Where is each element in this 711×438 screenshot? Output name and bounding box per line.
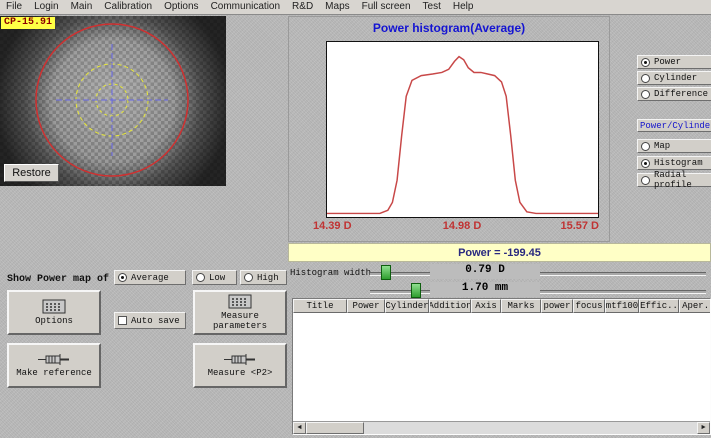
menu-communication[interactable]: Communication [205,0,286,14]
column-header-efficiency[interactable]: Effic.. [639,299,679,313]
power-cylinder-section-label: Power/Cylinder [637,119,711,132]
radio-icon [196,273,205,282]
menu-calibration[interactable]: Calibration [98,0,158,14]
radio-radial-profile-label: Radial profile [654,170,711,190]
cp-value-badge: CP-15.91 [1,17,55,29]
menu-login[interactable]: Login [28,0,64,14]
radio-high[interactable]: High [240,270,287,285]
radio-cylinder[interactable]: Cylinder [637,71,711,85]
measure-parameters-button-label: Measure parameters [195,311,285,331]
menu-file[interactable]: File [0,0,28,14]
lensmeter-app: { "menu": { "items": ["File", "Login", "… [0,0,711,438]
checkbox-icon [118,316,127,325]
camera-reticle-overlay [0,16,226,186]
menu-rd[interactable]: R&D [286,0,319,14]
syringe-icon [38,353,70,366]
histogram-width-d-value: 0.79 D [430,264,540,279]
column-header-mtf100[interactable]: mtf100 [605,299,639,313]
menu-maps[interactable]: Maps [319,0,355,14]
radio-average[interactable]: Average [114,270,186,285]
measure-p2-button[interactable]: Measure <P2> [193,343,287,388]
table-body [293,313,710,421]
table-header-row: Title Power Cylinder Addition Axis Marks… [293,299,710,313]
x-tick-mid: 14.98 D [429,220,495,232]
chart-canvas [327,42,598,217]
make-reference-button[interactable]: Make reference [7,343,101,388]
radio-low[interactable]: Low [192,270,237,285]
radio-power[interactable]: Power [637,55,711,69]
radio-power-label: Power [654,57,681,67]
menu-bar: File Login Main Calibration Options Comm… [0,0,711,15]
menu-fullscreen[interactable]: Full screen [356,0,417,14]
column-header-marks[interactable]: Marks [501,299,541,313]
column-header-title[interactable]: Title [293,299,347,313]
power-readout-bar: Power = -199.45 [288,243,711,262]
radio-high-label: High [257,273,279,283]
results-table: Title Power Cylinder Addition Axis Marks… [292,298,711,435]
radio-radial-profile[interactable]: Radial profile [637,173,711,187]
options-button[interactable]: Options [7,290,101,335]
radio-icon [641,159,650,168]
options-button-label: Options [35,316,73,326]
horizontal-scrollbar[interactable]: ◄ ► [293,421,710,434]
chart-title: Power histogram(Average) [289,21,609,35]
power-readout-text: Power = -199.45 [458,247,541,259]
auto-save-checkbox[interactable]: Auto save [114,312,186,329]
keypad-icon [228,294,252,309]
column-header-focus[interactable]: focus [573,299,605,313]
radio-icon [641,176,650,185]
radio-map[interactable]: Map [637,139,711,153]
histogram-width-d-slider-thumb[interactable] [381,265,391,280]
radio-icon [641,90,650,99]
radio-low-label: Low [209,273,225,283]
column-header-aperture[interactable]: Aper... [679,299,710,313]
make-reference-button-label: Make reference [16,368,92,378]
radio-icon [244,273,253,282]
menu-options[interactable]: Options [158,0,204,14]
auto-save-label: Auto save [131,316,180,326]
column-header-power2[interactable]: power [541,299,573,313]
measure-p2-button-label: Measure <P2> [208,368,273,378]
radio-difference-label: Difference [654,89,708,99]
chart-plot-area [326,41,599,218]
show-power-map-label: Show Power map of [7,274,109,285]
radio-difference[interactable]: Difference [637,87,711,101]
restore-button[interactable]: Restore [4,164,59,182]
measure-parameters-button[interactable]: Measure parameters [193,290,287,335]
radio-icon [641,58,650,67]
scroll-left-icon[interactable]: ◄ [293,422,306,434]
keypad-icon [42,299,66,314]
scroll-right-icon[interactable]: ► [697,422,710,434]
menu-test[interactable]: Test [417,0,447,14]
camera-image: CP-15.91 Restore [0,16,226,186]
syringe-icon [224,353,256,366]
radio-cylinder-label: Cylinder [654,73,697,83]
menu-help[interactable]: Help [447,0,480,14]
radio-icon [641,142,650,151]
histogram-chart-panel: Power histogram(Average) 14.39 D 14.98 D… [288,16,610,242]
menu-main[interactable]: Main [65,0,99,14]
column-header-axis[interactable]: Axis [471,299,501,313]
column-header-power[interactable]: Power [347,299,385,313]
column-header-addition[interactable]: Addition [429,299,471,313]
x-tick-max: 15.57 D [535,220,599,232]
histogram-width-label: Histogram width [290,268,371,278]
column-header-cylinder[interactable]: Cylinder [385,299,429,313]
radio-histogram[interactable]: Histogram [637,156,711,170]
histogram-width-mm-value: 1.70 mm [430,282,540,297]
radio-icon [118,273,127,282]
radio-histogram-label: Histogram [654,158,703,168]
scrollbar-thumb[interactable] [306,422,364,434]
radio-average-label: Average [131,273,169,283]
histogram-curve [327,57,598,214]
x-tick-min: 14.39 D [313,220,352,232]
radio-icon [641,74,650,83]
histogram-width-mm-slider-thumb[interactable] [411,283,421,298]
radio-map-label: Map [654,141,670,151]
